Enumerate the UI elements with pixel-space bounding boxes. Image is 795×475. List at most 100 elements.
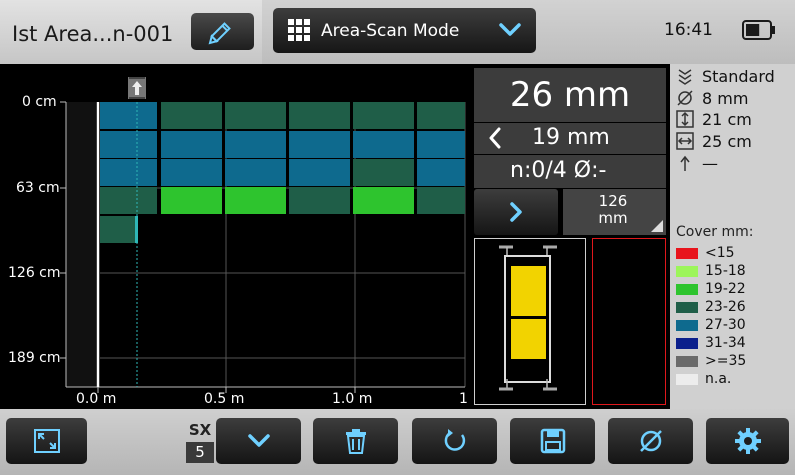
legend-swatch	[676, 319, 698, 331]
x-label: 1	[459, 391, 468, 407]
corner-triangle-icon	[651, 220, 663, 232]
legend-swatch	[676, 301, 698, 313]
legend-label: >=35	[705, 353, 747, 369]
scan-grid-chart	[60, 77, 466, 393]
legend-swatch	[676, 265, 698, 277]
clock: 16:41	[664, 20, 713, 40]
diameter-value: 8 mm	[702, 88, 749, 108]
refresh-icon	[444, 429, 465, 451]
scan-cell	[353, 102, 414, 129]
scan-chart-area[interactable]: 0 cm 63 cm 126 cm 189 cm 0.0 m 0.5 m 1.0…	[0, 64, 470, 409]
chevron-right-icon	[510, 202, 522, 222]
scan-cell	[225, 102, 286, 129]
gear-icon	[734, 428, 761, 454]
legend-label: <15	[705, 245, 735, 261]
scan-cell	[225, 159, 286, 186]
scan-cell	[100, 216, 137, 243]
scan-cell	[100, 102, 157, 129]
mode-label: Area-Scan Mode	[321, 21, 460, 41]
spacing-y-value: 21 cm	[702, 109, 752, 129]
previous-depth-value: 19 mm	[532, 125, 610, 150]
delete-button[interactable]	[313, 418, 398, 464]
scan-cell	[289, 131, 350, 158]
distance-unit: mm	[598, 209, 628, 227]
scan-cell	[225, 131, 286, 158]
rebar-segment	[511, 266, 546, 316]
distance-box[interactable]: 126 mm	[563, 189, 666, 235]
legend-item: <15	[676, 244, 735, 262]
spacing-x-value: 25 cm	[702, 131, 752, 151]
diameter-icon	[677, 90, 693, 106]
grid-icon	[288, 19, 310, 41]
x-label: 0.0 m	[76, 391, 117, 407]
profile-row: Standard	[676, 66, 775, 86]
cursor-marker-icon[interactable]	[128, 77, 146, 99]
legend-label: 31-34	[705, 335, 746, 351]
legend-item: n.a.	[676, 370, 731, 388]
next-button[interactable]	[474, 189, 558, 235]
scan-cell	[353, 187, 414, 214]
scan-cell	[161, 159, 222, 186]
legend-swatch	[676, 337, 698, 349]
settings-button[interactable]	[706, 418, 789, 464]
cross-section-view	[592, 238, 666, 405]
top-bar: Ist Area...n-001 Area-Scan Mode 16:41	[0, 0, 795, 64]
legend-item: 19-22	[676, 280, 746, 298]
profile-value: Standard	[702, 66, 775, 86]
scan-cell	[417, 102, 465, 129]
sx-label: SX	[188, 421, 212, 439]
trash-icon	[345, 429, 366, 454]
legend-label: n.a.	[705, 371, 732, 387]
scan-cell	[100, 187, 157, 214]
x-label: 1.0 m	[332, 391, 373, 407]
info-panel: Standard 8 mm 21 cm 25 cm — Cover mm: <1…	[670, 64, 795, 409]
mode-select[interactable]: Area-Scan Mode	[273, 8, 536, 53]
depth-value: 26 mm	[474, 68, 666, 122]
scan-cell	[161, 187, 222, 214]
vertical-spacing-icon	[676, 110, 694, 128]
chevron-down-icon	[499, 23, 521, 36]
legend-item: 23-26	[676, 298, 746, 316]
legend-swatch	[676, 355, 698, 367]
scan-cell	[100, 159, 157, 186]
title-panel: Ist Area...n-001	[0, 0, 262, 64]
y-label: 63 cm	[16, 180, 60, 196]
legend-label: 15-18	[705, 263, 746, 279]
scan-cell	[417, 159, 465, 186]
legend-item: >=35	[676, 352, 746, 370]
legend-swatch	[676, 247, 698, 259]
arrow-up-icon	[680, 155, 690, 171]
scan-cell	[417, 131, 465, 158]
file-title: Ist Area...n-001	[12, 22, 174, 46]
scan-cell	[289, 102, 350, 129]
x-label: 0.5 m	[204, 391, 245, 407]
rebar-side-view	[474, 238, 586, 405]
previous-depth-box[interactable]: 19 mm	[474, 123, 666, 154]
save-button[interactable]	[510, 418, 595, 464]
distance-label: 126 mm	[563, 193, 663, 227]
refresh-button[interactable]	[412, 418, 497, 464]
diameter-row: 8 mm	[676, 88, 748, 108]
battery-icon	[742, 20, 775, 40]
cover-legend-title: Cover mm:	[676, 224, 754, 240]
legend-swatch	[676, 373, 698, 385]
count-box: n:0/4 Ø:-	[474, 155, 666, 188]
edit-title-button[interactable]	[191, 13, 254, 50]
sx-indicator: SX 5	[186, 418, 214, 464]
scan-cell	[353, 131, 414, 158]
save-icon	[540, 428, 565, 454]
legend-label: 23-26	[705, 299, 746, 315]
fullscreen-button[interactable]	[6, 418, 87, 464]
chevron-down-icon	[247, 434, 270, 447]
y-label: 126 cm	[8, 265, 61, 281]
distance-value: 126	[598, 192, 628, 210]
expand-button[interactable]	[216, 418, 301, 464]
diameter-button[interactable]	[608, 418, 693, 464]
rebar-segment	[511, 319, 546, 359]
scan-cell	[100, 131, 157, 158]
legend-item: 15-18	[676, 262, 746, 280]
pencil-icon	[208, 22, 231, 45]
scan-cell	[289, 159, 350, 186]
legend-item: 31-34	[676, 334, 746, 352]
readout-panel: 26 mm 19 mm n:0/4 Ø:- 126 mm	[470, 64, 670, 409]
